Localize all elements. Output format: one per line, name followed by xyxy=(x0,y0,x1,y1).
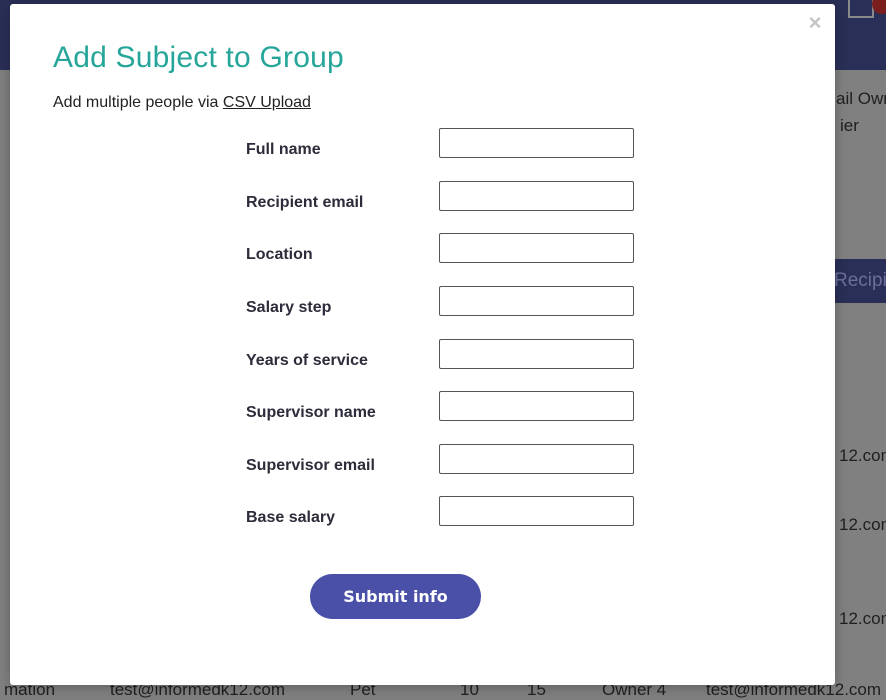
location-input[interactable] xyxy=(439,233,634,263)
form-row-supervisor-name: Supervisor name xyxy=(246,391,646,423)
close-icon[interactable]: × xyxy=(807,12,823,34)
years-of-service-label: Years of service xyxy=(246,352,368,369)
add-subject-modal: × Add Subject to Group Add multiple peop… xyxy=(10,4,835,685)
background-tab-label: Recipi xyxy=(834,270,886,291)
recipient-email-input[interactable] xyxy=(439,181,634,211)
form-row-location: Location xyxy=(246,233,646,265)
submit-info-button[interactable]: Submit info xyxy=(310,574,481,619)
modal-title: Add Subject to Group xyxy=(53,41,344,74)
background-column-header: ail Own xyxy=(836,89,886,108)
background-cell: 12.com xyxy=(839,515,886,534)
background-column-header: ier xyxy=(840,116,859,135)
base-salary-input[interactable] xyxy=(439,496,634,526)
location-label: Location xyxy=(246,246,313,263)
supervisor-email-input[interactable] xyxy=(439,444,634,474)
background-cell: 12.com xyxy=(839,609,886,628)
csv-upload-link[interactable]: CSV Upload xyxy=(223,94,311,111)
mail-icon xyxy=(848,0,874,18)
form-row-years-of-service: Years of service xyxy=(246,339,646,371)
base-salary-label: Base salary xyxy=(246,509,335,526)
salary-step-label: Salary step xyxy=(246,299,332,316)
supervisor-name-input[interactable] xyxy=(439,391,634,421)
form-row-base-salary: Base salary xyxy=(246,496,646,528)
supervisor-name-label: Supervisor name xyxy=(246,404,376,421)
form-row-recipient-email: Recipient email xyxy=(246,181,646,213)
subtitle-text: Add multiple people via xyxy=(53,94,223,111)
salary-step-input[interactable] xyxy=(439,286,634,316)
modal-subtitle: Add multiple people via CSV Upload xyxy=(53,94,311,112)
form-row-full-name: Full name xyxy=(246,128,646,160)
form-row-salary-step: Salary step xyxy=(246,286,646,318)
supervisor-email-label: Supervisor email xyxy=(246,457,375,474)
form-row-supervisor-email: Supervisor email xyxy=(246,444,646,476)
background-cell: 12.com xyxy=(839,446,886,465)
recipient-email-label: Recipient email xyxy=(246,194,364,211)
full-name-label: Full name xyxy=(246,141,321,158)
years-of-service-input[interactable] xyxy=(439,339,634,369)
full-name-input[interactable] xyxy=(439,128,634,158)
